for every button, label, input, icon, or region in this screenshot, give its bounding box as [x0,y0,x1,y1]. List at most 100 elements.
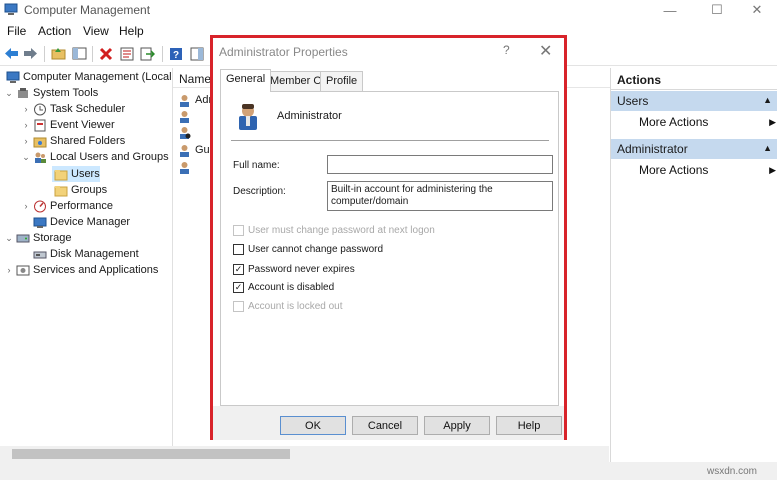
expander-icon[interactable]: › [4,265,14,275]
help-icon[interactable]: ? [167,45,184,62]
tree-item-system-tools[interactable]: ⌄ System Tools [4,85,98,101]
more-actions-users[interactable]: More Actions ▶ [639,115,776,129]
tree-item-disk-management[interactable]: Disk Management [31,246,139,262]
tree-item-shared-folders[interactable]: › Shared Folders [21,133,125,149]
toolbar-separator [92,46,93,62]
checkbox-account-disabled[interactable]: ✓ Account is disabled [233,280,334,294]
tree-item-device-manager[interactable]: Device Manager [31,214,130,230]
user-icon [180,144,189,157]
export-icon[interactable] [139,45,156,62]
watermark: wsxdn.com [707,466,758,477]
checkbox-box[interactable] [233,300,244,312]
collapse-icon[interactable]: ▲ [763,95,772,105]
actions-group-users[interactable]: Users ▲ [611,91,777,111]
checkbox-password-never-expires[interactable]: ✓ Password never expires [233,262,355,276]
navigation-tree: Computer Management (Local ⌄ System Tool… [0,68,172,446]
tree-item-task-scheduler[interactable]: › Task Scheduler [21,101,125,117]
expander-icon[interactable]: ⌄ [21,152,31,163]
title-bar: Computer Management — ☐ ✕ [0,0,777,20]
expander-icon[interactable]: › [21,120,31,130]
actions-pane: Actions Users ▲ More Actions ▶ Administr… [610,68,777,462]
expander-icon[interactable]: ⌄ [4,233,14,244]
tree-item-local-users-and-groups[interactable]: ⌄ Local Users and Groups [21,149,168,165]
dialog-footer: OK Cancel Apply Help [213,406,564,440]
horizontal-scrollbar[interactable] [0,446,609,462]
event-viewer-icon [34,119,46,131]
menu-action[interactable]: Action [38,24,71,38]
ok-button[interactable]: OK [280,416,346,435]
dialog-close-button[interactable]: ✕ [539,41,552,61]
properties-icon[interactable] [118,45,135,62]
user-account-icon [239,104,257,130]
submenu-arrow-icon: ▶ [769,117,776,127]
user-disabled-icon [180,126,191,139]
checkbox-box[interactable] [233,224,244,236]
services-icon [16,265,30,275]
tab-profile[interactable]: Profile [320,71,364,91]
delete-icon[interactable] [97,45,114,62]
checkbox-must-change-password[interactable]: User must change password at next logon [233,223,435,237]
clock-icon [34,103,46,115]
storage-icon [16,234,30,242]
user-icon [180,161,189,174]
dialog-help-button[interactable]: ? [503,43,510,57]
actions-title: Actions [611,70,777,90]
expander-icon[interactable]: › [21,136,31,146]
tree-item-services-and-applications[interactable]: › Services and Applications [4,262,159,278]
status-bar [0,462,777,480]
forward-icon[interactable] [22,45,39,62]
checkbox-account-locked-out[interactable]: Account is locked out [233,299,343,313]
help-button[interactable]: Help [496,416,562,435]
maximize-button[interactable]: ☐ [697,0,737,20]
expander-icon[interactable]: › [21,201,31,211]
list-item[interactable] [178,159,195,175]
checkbox-box[interactable] [233,243,244,255]
toolbar-separator [44,46,45,62]
svg-text:?: ? [172,50,178,61]
show-hide-action-pane-icon[interactable] [188,45,205,62]
tree-item-performance[interactable]: › Performance [21,198,113,214]
user-icon [180,94,189,107]
actions-group-administrator[interactable]: Administrator ▲ [611,139,777,159]
collapse-icon[interactable]: ▲ [763,143,772,153]
tree-item-users[interactable]: Users [52,166,100,182]
window-title: Computer Management [24,3,151,17]
administrator-properties-dialog: Administrator Properties ? ✕ General Mem… [210,35,567,440]
menu-view[interactable]: View [83,24,109,38]
disk-icon [33,251,47,258]
full-name-input[interactable] [327,155,553,174]
checkmark-icon[interactable]: ✓ [233,281,244,293]
checkmark-icon[interactable]: ✓ [233,263,244,275]
general-tab-panel: Administrator Full name: Description: Bu… [220,91,559,406]
minimize-button[interactable]: — [650,0,690,20]
divider [231,140,549,141]
menu-help[interactable]: Help [119,24,144,38]
description-label: Description: [233,186,286,197]
checkbox-cannot-change-password[interactable]: User cannot change password [233,242,383,256]
close-window-button[interactable]: ✕ [737,0,777,20]
scrollbar-thumb[interactable] [12,449,290,459]
list-item[interactable] [178,124,195,140]
list-item[interactable] [178,108,195,124]
show-hide-tree-icon[interactable] [71,45,88,62]
expander-icon[interactable]: ⌄ [4,88,14,99]
apply-button[interactable]: Apply [424,416,490,435]
toolbar-separator [162,46,163,62]
cancel-button[interactable]: Cancel [352,416,418,435]
back-icon[interactable] [3,45,20,62]
tree-item-groups[interactable]: Groups [52,182,107,198]
shared-folder-icon [33,137,47,147]
tree-item-event-viewer[interactable]: › Event Viewer [21,117,115,133]
tree-item-storage[interactable]: ⌄ Storage [4,230,71,246]
column-name-header[interactable]: Name [179,72,211,86]
tab-general[interactable]: General [220,69,272,92]
menu-file[interactable]: File [7,24,26,38]
more-actions-administrator[interactable]: More Actions ▶ [639,163,776,177]
tree-item-computer-management[interactable]: Computer Management (Local [4,69,172,85]
computer-icon [6,71,20,83]
expander-icon[interactable]: › [21,104,31,114]
description-input[interactable]: Built-in account for administering the c… [327,181,553,211]
users-groups-icon [35,152,46,163]
list-item[interactable]: Adr [178,92,212,108]
up-folder-icon[interactable] [50,45,67,62]
